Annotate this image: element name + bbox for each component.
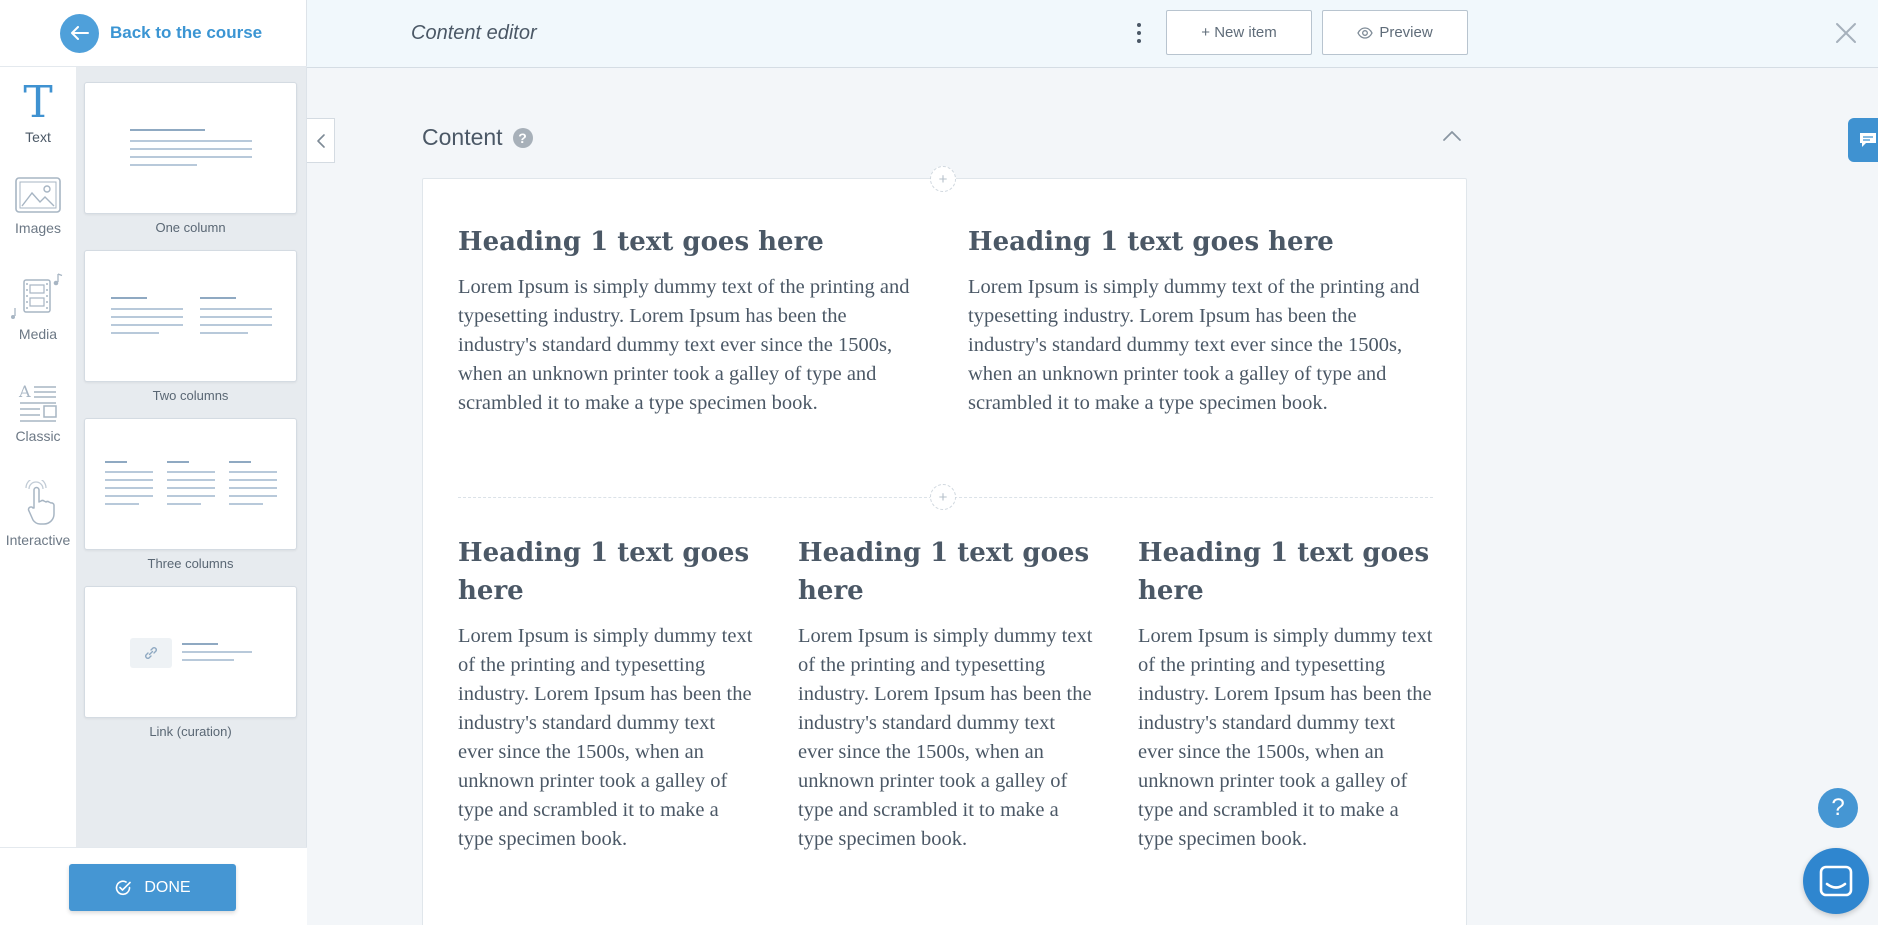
two-columns-thumbnail (84, 250, 297, 382)
help-float-button[interactable]: ? (1818, 788, 1858, 828)
done-label: DONE (144, 878, 191, 896)
preview-button[interactable]: Preview (1322, 10, 1468, 55)
column-heading: Heading 1 text goes here (798, 538, 1090, 606)
column-body: Lorem Ipsum is simply dummy text of the … (798, 625, 1093, 850)
preview-label: Preview (1379, 24, 1433, 41)
column-heading: Heading 1 text goes here (458, 538, 750, 606)
row1-column1[interactable]: Heading 1 text goes here Lorem Ipsum is … (458, 223, 928, 418)
top-bar: Content editor + New item Preview (307, 0, 1878, 68)
category-text[interactable]: T Text (0, 79, 76, 145)
one-column-thumbnail (84, 82, 297, 214)
category-images[interactable]: Images (0, 176, 76, 236)
check-circle-icon (116, 880, 132, 895)
block-one-column[interactable]: One column (84, 82, 297, 235)
eye-icon (1357, 26, 1374, 39)
media-filmstrip-icon (11, 273, 63, 319)
content-title: Content (422, 124, 503, 150)
left-panel-footer: DONE (0, 847, 307, 925)
block-two-columns[interactable]: Two columns (84, 250, 297, 403)
text-t-icon: T (23, 79, 52, 123)
messenger-button[interactable] (1803, 848, 1869, 914)
collapse-panel-button[interactable] (307, 118, 335, 163)
column-body: Lorem Ipsum is simply dummy text of the … (458, 276, 910, 414)
block-three-columns[interactable]: Three columns (84, 418, 297, 571)
link-curation-thumbnail (84, 586, 297, 718)
left-panel: Back to the course T Text Images Media A… (0, 0, 307, 925)
new-item-label: + New item (1201, 24, 1277, 41)
svg-text:T: T (23, 79, 52, 123)
add-block-button[interactable]: + (930, 166, 956, 192)
column-heading: Heading 1 text goes here (458, 227, 824, 257)
row2-column1[interactable]: Heading 1 text goes here Lorem Ipsum is … (458, 534, 753, 854)
row2-column3[interactable]: Heading 1 text goes here Lorem Ipsum is … (1138, 534, 1433, 854)
image-icon (15, 177, 61, 213)
done-button[interactable]: DONE (69, 864, 236, 911)
column-body: Lorem Ipsum is simply dummy text of the … (1138, 625, 1433, 850)
content-card: + Heading 1 text goes here Lorem Ipsum i… (422, 166, 1467, 925)
row2-column2[interactable]: Heading 1 text goes here Lorem Ipsum is … (798, 534, 1093, 854)
messenger-icon (1819, 865, 1853, 897)
column-heading: Heading 1 text goes here (968, 227, 1334, 257)
add-block-button[interactable]: + (930, 484, 956, 510)
feedback-tab[interactable] (1848, 118, 1878, 162)
content-section-header: Content ? (422, 124, 533, 151)
three-columns-thumbnail (84, 418, 297, 550)
more-options-icon[interactable] (1127, 18, 1151, 48)
close-icon[interactable] (1833, 20, 1859, 46)
column-body: Lorem Ipsum is simply dummy text of the … (458, 625, 753, 850)
blocks-list: One column Two columns Three columns Lin… (76, 67, 306, 847)
svg-text:A: A (18, 382, 31, 401)
category-interactive[interactable]: Interactive (0, 480, 76, 548)
chat-bubble-icon (1860, 133, 1876, 147)
column-heading: Heading 1 text goes here (1138, 538, 1430, 606)
category-media[interactable]: Media (0, 272, 76, 342)
column-body: Lorem Ipsum is simply dummy text of the … (968, 276, 1420, 414)
chevron-up-icon[interactable] (1440, 127, 1464, 145)
back-arrow-icon (60, 13, 99, 53)
classic-layout-icon: A (18, 382, 57, 422)
pointer-hand-icon (25, 480, 55, 525)
category-classic[interactable]: A Classic (0, 382, 76, 444)
page-title: Content editor (411, 22, 537, 44)
chevron-left-icon (316, 133, 325, 148)
help-icon[interactable]: ? (512, 127, 533, 148)
row1-column2[interactable]: Heading 1 text goes here Lorem Ipsum is … (968, 223, 1438, 418)
back-to-course-link[interactable]: Back to the course (0, 0, 307, 67)
block-link-curation[interactable]: Link (curation) (84, 586, 297, 739)
category-nav: T Text Images Media A Classic Interactiv… (0, 67, 76, 847)
link-icon (130, 638, 172, 668)
new-item-button[interactable]: + New item (1166, 10, 1312, 55)
back-to-course-label: Back to the course (110, 23, 263, 42)
